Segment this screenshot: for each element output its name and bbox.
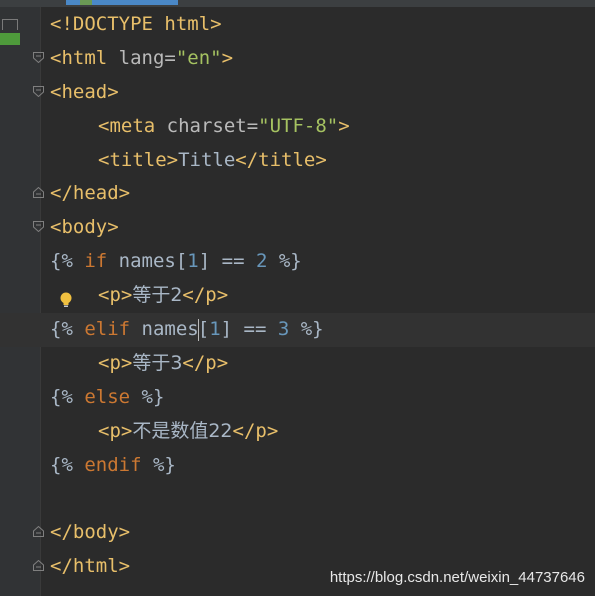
code-token: <title> xyxy=(98,148,179,171)
code-line[interactable]: </head> xyxy=(0,177,595,211)
code-token: {% xyxy=(50,385,85,408)
watermark: https://blog.csdn.net/weixin_44737646 xyxy=(329,569,585,586)
code-token: %} xyxy=(267,250,302,273)
code-token: names[ xyxy=(107,250,188,273)
code-line[interactable]: {% else %} xyxy=(0,381,595,415)
code-text: <body> xyxy=(50,211,119,245)
fold-close-icon[interactable] xyxy=(33,560,44,572)
code-token: 3 xyxy=(277,318,290,341)
code-line[interactable]: <p>等于3</p> xyxy=(0,347,595,381)
code-token: </title> xyxy=(235,148,327,171)
code-token: <body> xyxy=(50,216,119,239)
fold-open-icon[interactable] xyxy=(33,51,44,63)
code-line[interactable]: {% elif names[1] == 3 %} xyxy=(0,313,595,347)
code-text: {% endif %} xyxy=(50,449,176,483)
code-text: </body> xyxy=(50,516,130,550)
code-token: 等于2 xyxy=(132,284,183,307)
code-token: <head> xyxy=(50,80,119,103)
code-text: <!DOCTYPE html> xyxy=(50,8,222,42)
code-token: {% xyxy=(50,453,85,476)
code-token: {% xyxy=(50,250,85,273)
code-token: <html xyxy=(50,46,119,69)
code-token: names xyxy=(130,318,199,341)
code-token: <p> xyxy=(98,419,133,442)
fold-close-icon[interactable] xyxy=(33,187,44,199)
code-token: 1 xyxy=(209,318,221,341)
code-token: charset= xyxy=(166,114,259,137)
code-token: Title xyxy=(178,148,236,171)
code-text: <head> xyxy=(50,76,119,110)
code-token: ] == xyxy=(198,250,256,273)
code-token: endif xyxy=(84,453,142,476)
fold-open-icon[interactable] xyxy=(33,85,44,97)
code-line[interactable]: <p>不是数值22</p> xyxy=(0,415,595,449)
code-line[interactable]: <!DOCTYPE html> xyxy=(0,8,595,42)
code-token: </p> xyxy=(182,351,229,374)
code-token: > xyxy=(221,46,234,69)
code-text: <html lang="en"> xyxy=(50,42,233,76)
code-token: <!DOCTYPE html> xyxy=(50,13,222,35)
code-token: [ xyxy=(197,318,210,341)
code-token: %} xyxy=(141,453,176,476)
code-token: "UTF-8" xyxy=(258,114,339,137)
code-line[interactable]: {% if names[1] == 2 %} xyxy=(0,245,595,279)
code-token: 1 xyxy=(187,250,199,273)
code-token: if xyxy=(84,250,108,273)
fold-open-icon[interactable] xyxy=(33,221,44,233)
code-line[interactable]: {% endif %} xyxy=(0,449,595,483)
code-token: </body> xyxy=(50,521,131,544)
code-text: <p>不是数值22</p> xyxy=(50,415,278,449)
code-token: 等于3 xyxy=(132,351,183,374)
code-token: <p> xyxy=(98,284,133,307)
code-token: else xyxy=(84,385,131,408)
code-token: </head> xyxy=(50,182,131,205)
code-text: <title>Title</title> xyxy=(50,144,327,178)
code-token: %} xyxy=(130,385,165,408)
code-token: 2 xyxy=(255,250,268,273)
code-token: %} xyxy=(289,318,324,341)
code-line[interactable]: <body> xyxy=(0,211,595,245)
code-line[interactable]: <title>Title</title> xyxy=(0,144,595,178)
code-token: ] == xyxy=(220,318,278,341)
fold-close-icon[interactable] xyxy=(33,526,44,538)
code-token: <p> xyxy=(98,351,133,374)
code-editor[interactable]: <!DOCTYPE html> <html lang="en"> <head> <me… xyxy=(0,8,595,584)
code-text: {% else %} xyxy=(50,381,164,415)
code-line[interactable]: <p>等于2</p> xyxy=(0,279,595,313)
code-text: </html> xyxy=(50,550,130,584)
code-token: </html> xyxy=(50,555,131,578)
code-token: 不是数值22 xyxy=(132,419,233,442)
code-line[interactable]: <html lang="en"> xyxy=(0,42,595,76)
code-token: {% xyxy=(50,318,85,341)
code-line[interactable]: </body> xyxy=(0,516,595,550)
code-line[interactable]: <meta charset="UTF-8"> xyxy=(0,110,595,144)
code-token: </p> xyxy=(232,419,279,442)
code-token: > xyxy=(338,114,350,137)
code-text: <p>等于2</p> xyxy=(50,279,228,313)
code-text: <meta charset="UTF-8"> xyxy=(50,110,350,144)
code-text: {% if names[1] == 2 %} xyxy=(50,245,302,279)
code-token: elif xyxy=(84,318,131,341)
code-token: lang= xyxy=(118,46,176,69)
code-text: {% elif names[1] == 3 %} xyxy=(50,313,324,347)
tab-marker xyxy=(80,0,92,5)
active-tab-indicator[interactable] xyxy=(66,0,178,5)
code-text: <p>等于3</p> xyxy=(50,347,228,381)
code-token: </p> xyxy=(182,284,229,307)
code-token: <meta xyxy=(98,114,167,137)
code-line[interactable]: <head> xyxy=(0,76,595,110)
code-text: </head> xyxy=(50,177,130,211)
editor-tab-bar xyxy=(0,0,595,7)
code-line[interactable] xyxy=(0,482,595,516)
code-token: "en" xyxy=(175,46,222,69)
